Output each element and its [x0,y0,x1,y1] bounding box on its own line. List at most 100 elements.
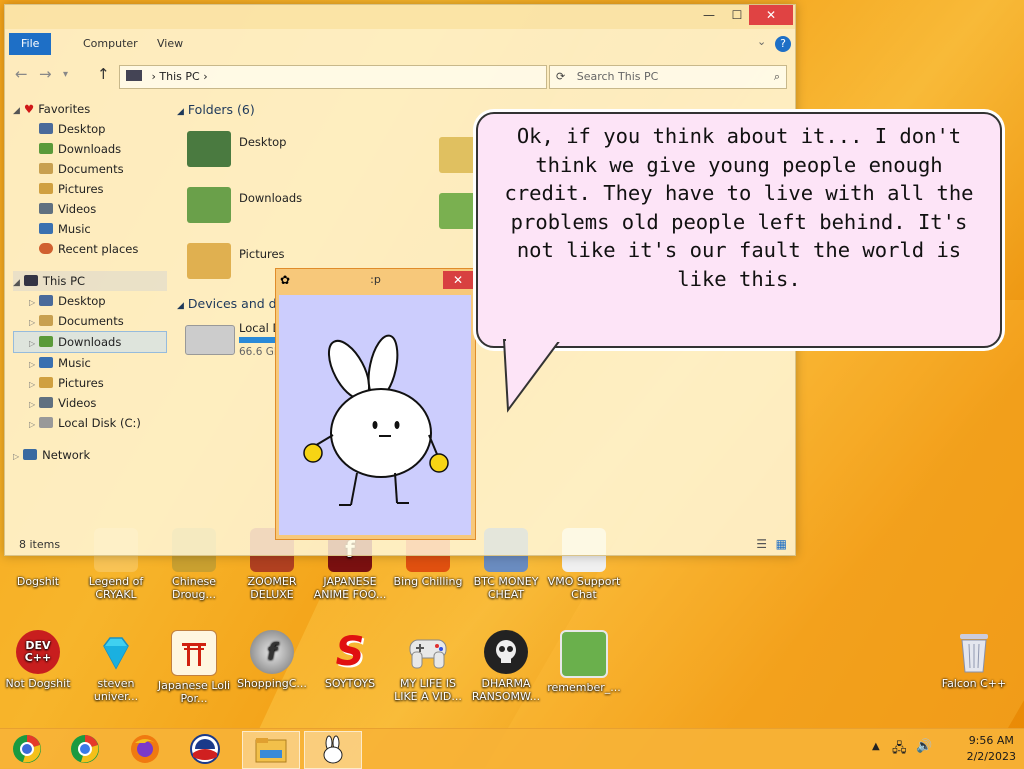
nav-item-pictures[interactable]: Pictures [13,179,173,199]
taskbar-chrome[interactable] [64,731,106,767]
tab-view[interactable]: View [145,33,195,55]
torii-icon [171,630,217,676]
nav-item-downloads[interactable]: Downloads [13,139,173,159]
speech-bubble: Ok, if you think about it... I don't thi… [476,112,1002,348]
chevron-down-icon[interactable]: ▾ [63,69,68,80]
tab-computer[interactable]: Computer [71,33,150,55]
music-icon [39,223,53,234]
desktop-icon-label: VMO Support Chat [547,575,621,601]
network-tray-icon[interactable]: 🖧 [892,739,907,761]
desktop-icon-steven-universe[interactable]: steven univer... [78,630,154,703]
chevron-right-icon: › [151,70,156,83]
desktop-icon-remember[interactable]: remember_... [546,630,622,694]
bunny-canvas [279,295,471,535]
nav-item-videos[interactable]: ▷ Videos [13,393,173,413]
taskbar-file-explorer[interactable] [242,731,300,769]
desktop-icon-label: Legend of CRYAKL [88,575,144,601]
desktop-icon-label: MY LIFE IS LIKE A VID... [394,677,462,703]
nav-favorites[interactable]: ◢ ♥ Favorites [13,99,173,119]
address-bar[interactable]: › This PC › [119,65,547,89]
search-icon: ⌕ [773,70,780,83]
computer-icon [23,275,38,286]
desktop-icon-dharma-ransomware[interactable]: DHARMA RANSOMW... [468,630,544,703]
chrome-icon [71,735,99,763]
volume-icon[interactable]: 🔊 [916,739,932,754]
up-arrow-icon[interactable]: ↑ [97,65,110,83]
search-box[interactable]: ⟳ Search This PC ⌕ [549,65,787,89]
nav-item-pictures[interactable]: ▷ Pictures [13,373,173,393]
pictures-icon [39,183,53,194]
nav-item-music[interactable]: Music [13,219,173,239]
speech-bubble-text: Ok, if you think about it... I don't thi… [504,124,974,291]
nav-item-desktop[interactable]: ▷ Desktop [13,291,173,311]
search-input[interactable]: Search This PC [577,70,659,83]
nav-this-pc[interactable]: ◢ This PC [13,271,167,291]
tray-chevron-up-icon[interactable]: ▲ [872,741,880,752]
nav-item-documents[interactable]: ▷ Documents [13,311,173,331]
nav-item-music[interactable]: ▷ Music [13,353,173,373]
maximize-button[interactable]: ☐ [723,5,751,25]
nav-item-desktop[interactable]: Desktop [13,119,173,139]
taskbar-bunny-app[interactable] [304,731,362,769]
desktop-icon-japanese-loli-por[interactable]: Japanese Loli Por... [156,630,232,705]
group-header-devices[interactable]: ◢ Devices and dr [177,293,282,315]
music-icon [39,357,54,368]
bunny-titlebar[interactable]: ✿ :p ✕ [276,269,475,293]
back-arrow-icon[interactable]: ← [15,65,28,83]
nav-item-downloads[interactable]: ▷ Downloads [13,331,167,353]
minimize-button[interactable]: — [695,5,723,25]
desktop-icon-label: SOYTOYS [324,677,376,690]
desktop-icon-recycle-bin[interactable]: Falcon C++ [936,630,1012,690]
bunny-character [303,334,449,506]
diamond-icon [94,630,138,674]
documents-icon [39,163,53,174]
folder-desktop[interactable]: Desktop [177,127,317,177]
chrome-os-icon [13,735,41,763]
folder-item[interactable] [439,133,483,183]
disk-usage-bar [239,337,279,343]
desktop-icon [39,123,53,134]
nav-item-documents[interactable]: Documents [13,159,173,179]
help-icon[interactable]: ? [775,36,791,52]
skull-icon [484,630,528,674]
disk-icon[interactable] [185,325,235,355]
forward-arrow-icon[interactable]: → [39,65,52,83]
desktop-icon-shoppingc[interactable]: f ShoppingC... [234,630,310,690]
folder-icon [255,738,287,763]
nav-item-local-disk[interactable]: ▷ Local Disk (C:) [13,413,173,433]
taskbar-app[interactable] [184,731,226,767]
taskbar-firefox[interactable] [124,731,166,767]
large-icons-view-icon[interactable]: ▦ [776,537,787,551]
chevron-down-icon[interactable]: ⌄ [757,35,766,48]
desktop-icon-label: steven univer... [93,677,139,703]
clock[interactable]: 9:56 AM 2/2/2023 [967,733,1016,765]
desktop-icon-label: ZOOMER DELUXE [247,575,297,601]
close-button[interactable]: ✕ [749,5,793,25]
nav-item-recent-places[interactable]: Recent places [13,239,173,259]
taskbar: ▲ 🖧 🔊 9:56 AM 2/2/2023 [0,728,1024,769]
desktop-icon [39,295,54,306]
devcpp-icon: DEV C++ [16,630,60,674]
downloads-icon [39,143,53,154]
nav-network[interactable]: ▷ Network [13,445,173,465]
desktop-icon-my-life-is-like-a-vid[interactable]: MY LIFE IS LIKE A VID... [390,630,466,703]
explorer-titlebar[interactable]: — ☐ ✕ [5,5,795,29]
tab-file[interactable]: File [9,33,52,55]
folder-downloads[interactable]: Downloads [177,183,317,233]
desktop-icon-soytoys[interactable]: S SOYTOYS [312,630,388,691]
details-view-icon[interactable]: ☰ [756,537,767,551]
bunny-window[interactable]: ✿ :p ✕ [275,268,476,540]
pictures-icon [39,377,54,388]
disk-icon [39,417,54,428]
recycle-bin-icon [952,630,996,674]
heart-icon: ♥ [23,102,35,116]
start-button[interactable] [6,731,48,767]
desktop-icon-not-dogshit[interactable]: DEV C++ Not Dogshit [0,630,76,690]
nav-item-videos[interactable]: Videos [13,199,173,219]
folder-item[interactable] [439,189,483,239]
close-button[interactable]: ✕ [443,271,473,289]
desktop-icon-label: Dogshit [16,575,60,588]
navigation-pane: ◢ ♥ Favorites Desktop Downloads Documents … [13,99,173,465]
refresh-icon[interactable]: ⟳ [556,70,565,83]
desktop-icon-label: Japanese Loli Por... [157,679,231,705]
